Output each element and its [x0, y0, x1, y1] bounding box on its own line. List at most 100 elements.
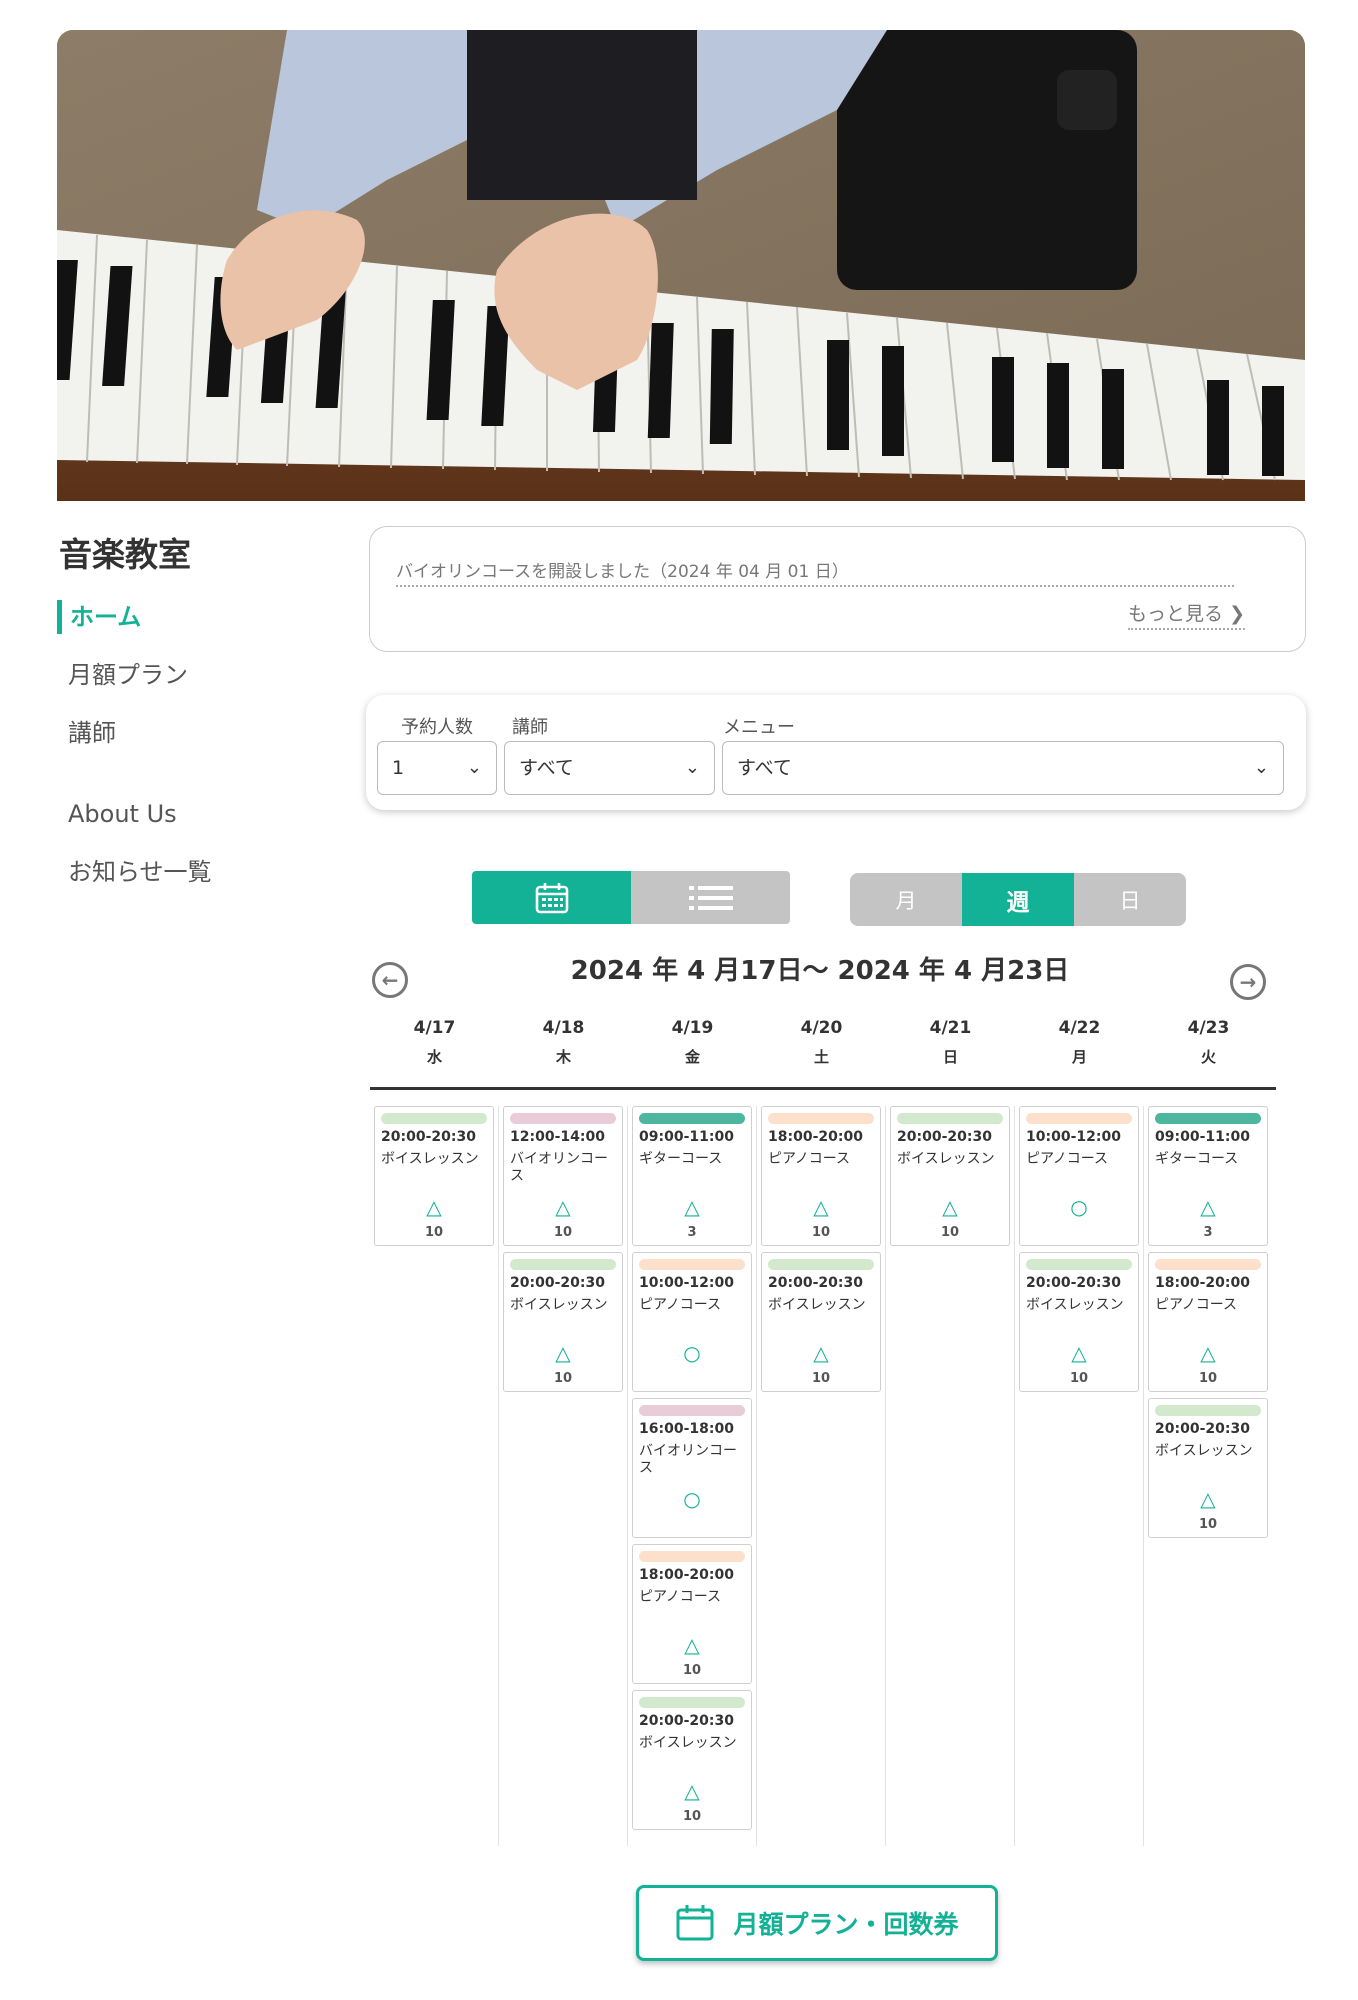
day-date: 4/21 — [929, 1018, 972, 1038]
lesson-slot-card[interactable]: 09:00-11:00 ギターコース △ 3 — [1148, 1106, 1268, 1246]
lesson-slot-card[interactable]: 20:00-20:30 ボイスレッスン △ 10 — [503, 1252, 623, 1392]
chevron-down-icon: ⌄ — [1253, 757, 1269, 778]
day-weekday: 日 — [942, 1048, 958, 1066]
course-color-bar — [768, 1113, 874, 1124]
slot-time: 12:00-14:00 — [510, 1129, 605, 1145]
slot-course-name: ピアノコース — [639, 1589, 722, 1605]
course-color-bar — [639, 1113, 745, 1124]
day-date: 4/22 — [1058, 1018, 1101, 1038]
day-column: 12:00-14:00 バイオリンコース △ 10 20:00-20:30 ボイスレッスン… — [499, 1106, 628, 1846]
lesson-slot-card[interactable]: 20:00-20:30 ボイスレッスン △ 10 — [1148, 1398, 1268, 1538]
day-date: 4/18 — [542, 1018, 585, 1038]
course-color-bar — [639, 1405, 745, 1416]
day-header: 4/19 金 — [628, 1018, 757, 1067]
range-month-button[interactable]: 月 — [850, 873, 962, 926]
piano-photo — [57, 30, 1305, 501]
course-color-bar — [1155, 1113, 1261, 1124]
course-color-bar — [639, 1551, 745, 1562]
news-item-link[interactable]: バイオリンコースを開設しました（2024 年 04 月 01 日） — [396, 557, 1234, 587]
lesson-slot-card[interactable]: 20:00-20:30 ボイスレッスン △ 10 — [374, 1106, 494, 1246]
lesson-slot-card[interactable]: 18:00-20:00 ピアノコース △ 10 — [1148, 1252, 1268, 1392]
chevron-right-icon: ❯ — [1229, 603, 1245, 625]
lesson-slot-card[interactable]: 18:00-20:00 ピアノコース △ 10 — [761, 1106, 881, 1246]
course-color-bar — [897, 1113, 1003, 1124]
nav-item-about-us[interactable]: About Us — [57, 797, 177, 831]
course-color-bar — [639, 1697, 745, 1708]
list-icon — [688, 885, 733, 910]
nav-item-news-list[interactable]: お知らせ一覧 — [57, 855, 212, 889]
slot-time: 20:00-20:30 — [1026, 1275, 1121, 1291]
lesson-slot-card[interactable]: 09:00-11:00 ギターコース △ 3 — [632, 1106, 752, 1246]
remaining-count: 10 — [424, 1225, 444, 1240]
range-toggle: 月 週 日 — [850, 873, 1186, 926]
lesson-slot-card[interactable]: 20:00-20:30 ボイスレッスン △ 10 — [890, 1106, 1010, 1246]
slot-time: 20:00-20:30 — [381, 1129, 476, 1145]
slot-course-name: ボイスレッスン — [1155, 1443, 1253, 1459]
period-label: 2024 年 4 月17日〜 2024 年 4 月23日 — [570, 956, 1070, 986]
course-color-bar — [381, 1113, 487, 1124]
lesson-slot-card[interactable]: 20:00-20:30 ボイスレッスン △ 10 — [632, 1690, 752, 1830]
remaining-count: 10 — [1198, 1517, 1218, 1532]
slot-course-name: ギターコース — [639, 1151, 723, 1167]
lesson-slot-card[interactable]: 16:00-18:00 バイオリンコース ○ — [632, 1398, 752, 1538]
lesson-slot-card[interactable]: 10:00-12:00 ピアノコース ○ — [1019, 1106, 1139, 1246]
day-header: 4/17 水 — [370, 1018, 499, 1067]
range-day-button[interactable]: 日 — [1074, 873, 1186, 926]
slot-course-name: ギターコース — [1155, 1151, 1239, 1167]
remaining-count: 10 — [682, 1809, 702, 1824]
range-week-button[interactable]: 週 — [962, 873, 1074, 926]
course-color-bar — [1155, 1405, 1261, 1416]
teacher-select[interactable]: すべて ⌄ — [504, 741, 715, 795]
remaining-count: 3 — [1203, 1225, 1213, 1240]
slot-time: 20:00-20:30 — [639, 1713, 734, 1729]
day-weekday: 水 — [426, 1048, 442, 1066]
people-count-label: 予約人数 — [401, 717, 473, 738]
lesson-slot-card[interactable]: 20:00-20:30 ボイスレッスン △ 10 — [761, 1252, 881, 1392]
menu-select[interactable]: すべて ⌄ — [722, 741, 1284, 795]
people-count-select[interactable]: 1 ⌄ — [377, 741, 497, 795]
calendar-view-button[interactable] — [472, 871, 631, 924]
nav-item-monthly-plan[interactable]: 月額プラン — [57, 658, 188, 692]
day-date: 4/23 — [1187, 1018, 1230, 1038]
remaining-count: 10 — [811, 1371, 831, 1386]
list-view-button[interactable] — [631, 871, 790, 924]
slot-time: 18:00-20:00 — [639, 1567, 734, 1583]
availability-mark: △ — [1200, 1487, 1216, 1511]
slot-time: 16:00-18:00 — [639, 1421, 734, 1437]
news-box: バイオリンコースを開設しました（2024 年 04 月 01 日） もっと見る … — [369, 526, 1306, 652]
nav-item-home[interactable]: ホーム — [57, 600, 141, 634]
lesson-slot-card[interactable]: 12:00-14:00 バイオリンコース △ 10 — [503, 1106, 623, 1246]
day-weekday: 木 — [555, 1048, 571, 1066]
next-week-button[interactable]: → — [1230, 964, 1266, 1000]
course-color-bar — [510, 1113, 616, 1124]
nav-item-teachers[interactable]: 講師 — [57, 716, 116, 750]
remaining-count: 10 — [553, 1225, 573, 1240]
menu-value: すべて — [737, 757, 792, 779]
day-weekday: 金 — [684, 1048, 700, 1066]
day-weekday: 土 — [813, 1048, 829, 1066]
day-weekday: 火 — [1200, 1048, 1216, 1066]
availability-mark: △ — [942, 1195, 958, 1219]
news-more-label: もっと見る — [1128, 603, 1224, 625]
lesson-slot-card[interactable]: 18:00-20:00 ピアノコース △ 10 — [632, 1544, 752, 1684]
lesson-slot-card[interactable]: 20:00-20:30 ボイスレッスン △ 10 — [1019, 1252, 1139, 1392]
availability-mark: △ — [813, 1195, 829, 1219]
slot-time: 20:00-20:30 — [768, 1275, 863, 1291]
day-header-row: 4/17 水 4/18 木 4/19 金 4/20 土 4/21 日 4/22 月 4/23 火 — [370, 1012, 1276, 1090]
slot-course-name: バイオリンコース — [510, 1151, 608, 1184]
lesson-slot-card[interactable]: 10:00-12:00 ピアノコース ○ — [632, 1252, 752, 1392]
monthly-plan-button[interactable]: 月額プラン・回数券 — [636, 1885, 998, 1961]
news-more-link[interactable]: もっと見る ❯ — [1128, 599, 1245, 630]
availability-mark: △ — [555, 1195, 571, 1219]
day-header: 4/21 日 — [886, 1018, 1015, 1067]
day-column: 09:00-11:00 ギターコース △ 3 10:00-12:00 ピアノコース ○ 16:… — [628, 1106, 757, 1846]
day-date: 4/19 — [671, 1018, 714, 1038]
availability-mark: ○ — [683, 1341, 701, 1365]
remaining-count: 10 — [1069, 1371, 1089, 1386]
remaining-count: 10 — [553, 1371, 573, 1386]
slot-course-name: ピアノコース — [1026, 1151, 1109, 1167]
remaining-count: 10 — [940, 1225, 960, 1240]
slot-course-name: ボイスレッスン — [768, 1297, 866, 1313]
day-column: 20:00-20:30 ボイスレッスン △ 10 — [886, 1106, 1015, 1846]
slot-course-name: ピアノコース — [1155, 1297, 1238, 1313]
